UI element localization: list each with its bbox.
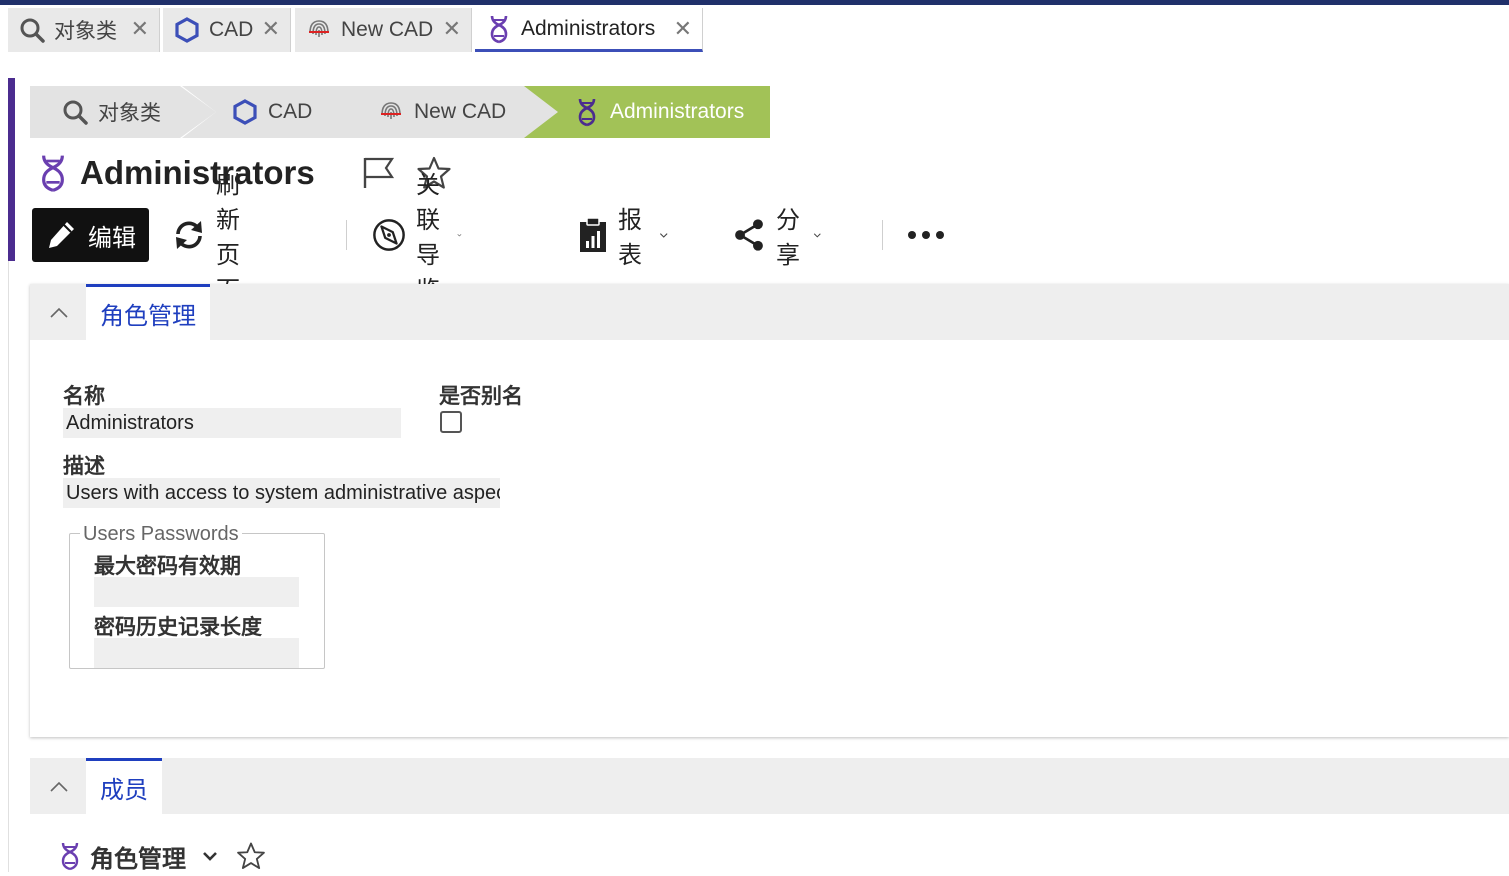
breadcrumb-label: 对象类 — [98, 102, 161, 125]
share-label: 分享 — [776, 207, 800, 269]
tab-administrators[interactable]: Administrators ✕ — [475, 8, 703, 52]
related-navigation-button[interactable]: 关联导览 — [372, 172, 462, 304]
chevron-down-icon — [659, 233, 668, 238]
role-management-panel: 角色管理 名称 Administrators 是否别名 描述 Users wit… — [30, 284, 1509, 737]
more-actions-button[interactable] — [906, 208, 946, 262]
clipboard-chart-icon — [578, 217, 608, 252]
share-button[interactable]: 分享 — [732, 207, 822, 269]
members-sub-title: 角色管理 — [90, 845, 186, 873]
description-label: 描述 — [63, 455, 105, 478]
max-password-age-field[interactable] — [94, 577, 299, 607]
group-legend: Users Passwords — [80, 523, 242, 546]
close-icon[interactable]: ✕ — [262, 18, 280, 40]
compass-icon — [372, 218, 406, 252]
close-icon[interactable]: ✕ — [131, 18, 149, 40]
share-icon — [732, 218, 766, 252]
close-icon[interactable]: ✕ — [674, 18, 692, 40]
users-passwords-group: Users Passwords 最大密码有效期 密码历史记录长度 — [69, 523, 325, 669]
tab-label: CAD — [209, 18, 254, 41]
left-edge-line — [8, 261, 9, 872]
hexagon-icon — [173, 16, 201, 44]
tab-label: 对象类 — [54, 20, 117, 43]
fingerprint-icon — [376, 97, 406, 127]
reports-button[interactable]: 报表 — [578, 207, 668, 269]
toolbar-divider — [882, 220, 883, 250]
chevron-up-icon[interactable] — [48, 302, 70, 324]
edit-button[interactable]: 编辑 — [32, 208, 149, 262]
tab-role-management[interactable]: 角色管理 — [86, 284, 210, 340]
dna-icon — [42, 155, 64, 192]
dna-icon — [572, 97, 602, 127]
chevron-down-icon — [457, 234, 462, 237]
tab-cad[interactable]: CAD ✕ — [163, 8, 291, 52]
flag-icon[interactable] — [360, 155, 396, 191]
panel-header: 成员 — [30, 758, 1509, 814]
pencil-icon — [44, 218, 78, 252]
search-icon — [18, 16, 46, 44]
reports-label: 报表 — [618, 207, 642, 269]
description-field[interactable]: Users with access to system administrati… — [63, 478, 500, 508]
page-header: Administrators — [36, 148, 315, 198]
toolbar-divider — [346, 220, 347, 250]
chevron-down-icon[interactable] — [200, 846, 220, 866]
tab-object-class[interactable]: 对象类 ✕ — [8, 8, 160, 52]
members-subheader: 角色管理 — [58, 836, 266, 876]
tab-label: Administrators — [521, 16, 656, 40]
password-history-field[interactable] — [94, 638, 299, 668]
hexagon-icon — [230, 97, 260, 127]
close-icon[interactable]: ✕ — [443, 18, 461, 40]
chevron-down-icon — [814, 233, 822, 238]
dna-icon — [61, 842, 79, 871]
fingerprint-icon — [305, 16, 333, 44]
name-label: 名称 — [63, 385, 105, 408]
tab-label: New CAD — [341, 18, 434, 41]
search-icon — [60, 97, 90, 127]
breadcrumb-label: CAD — [268, 100, 313, 123]
members-panel: 成员 角色管理 — [30, 758, 1509, 873]
dna-icon — [485, 15, 513, 43]
tab-new-cad[interactable]: New CAD ✕ — [295, 8, 472, 52]
breadcrumb-administrators[interactable]: Administrators — [524, 86, 772, 138]
star-icon[interactable] — [236, 841, 266, 871]
refresh-button[interactable]: 刷新页面 — [172, 172, 240, 304]
password-history-label: 密码历史记录长度 — [94, 616, 262, 639]
panel-header: 角色管理 — [30, 284, 1509, 340]
more-icon — [908, 231, 944, 239]
name-field[interactable]: Administrators — [63, 408, 401, 438]
max-password-age-label: 最大密码有效期 — [94, 555, 241, 578]
alias-label: 是否别名 — [439, 385, 523, 408]
chevron-up-icon[interactable] — [48, 776, 70, 798]
edit-label: 编辑 — [88, 224, 136, 252]
tab-members[interactable]: 成员 — [86, 758, 162, 814]
header-accent-bar — [8, 78, 15, 261]
page-title: Administrators — [80, 154, 315, 191]
breadcrumb-label: Administrators — [610, 100, 745, 123]
alias-checkbox[interactable] — [440, 411, 462, 433]
breadcrumb-label: New CAD — [414, 100, 507, 123]
refresh-icon — [172, 218, 206, 252]
tab-strip: 对象类 ✕ CAD ✕ New CAD ✕ Administrators ✕ — [0, 5, 1509, 57]
